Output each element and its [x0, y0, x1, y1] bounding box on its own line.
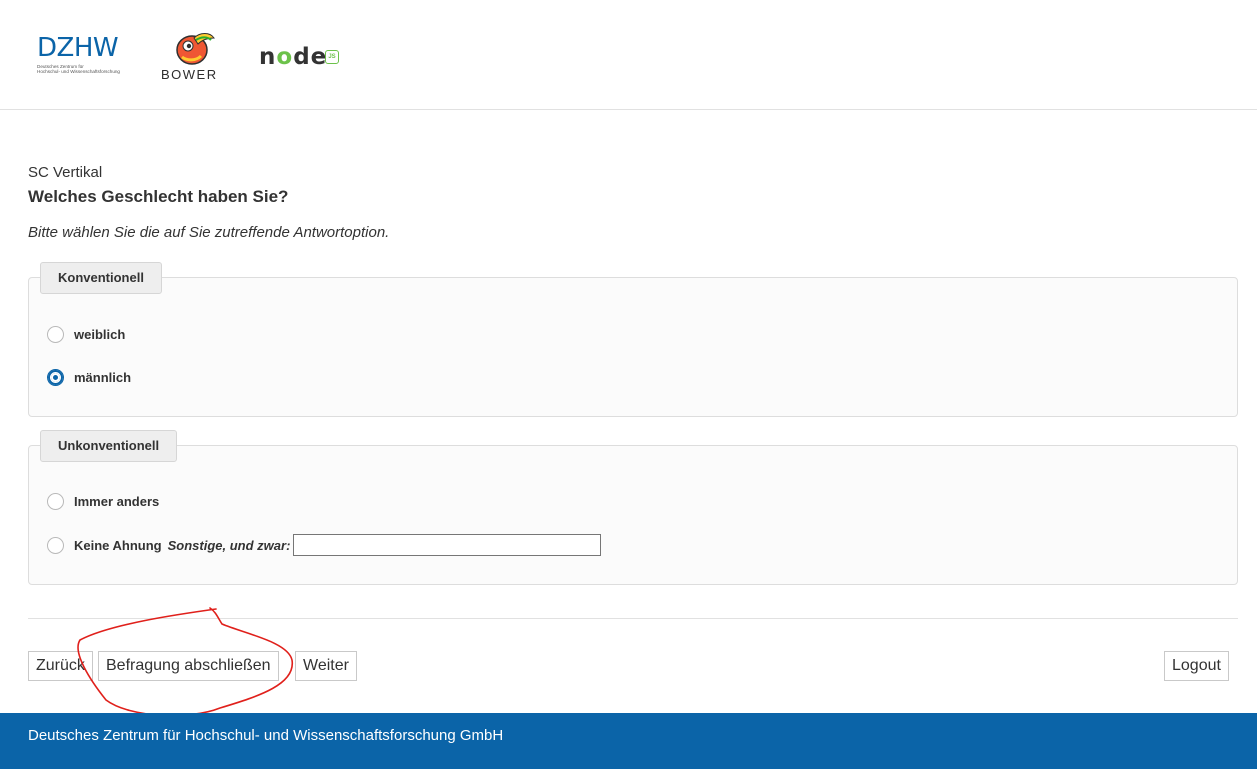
radio-maennlich[interactable] [47, 368, 64, 386]
option-label-maennlich: männlich [74, 369, 132, 385]
bower-bird-icon [176, 33, 215, 65]
question-instruction: Bitte wählen Sie die auf Sie zutreffende… [28, 224, 390, 241]
group-legend-konventionell: Konventionell [40, 262, 162, 294]
bower-wordmark: BOWER [161, 67, 218, 82]
option-immer-anders[interactable]: Immer anders [47, 491, 159, 511]
dzhw-logo-mark: DZHW [37, 33, 119, 63]
finish-survey-button[interactable]: Befragung abschließen [98, 651, 279, 681]
group-unkonventionell: Unkonventionell Immer anders Keine Ahnun… [28, 430, 1238, 585]
option-weiblich[interactable]: weiblich [47, 324, 125, 344]
nodejs-wordmark: node [259, 44, 327, 70]
nodejs-badge-icon: JS [325, 50, 339, 64]
back-button[interactable]: Zurück [28, 651, 93, 681]
question-reference: SC Vertikal [28, 164, 103, 181]
page-footer: Deutsches Zentrum für Hochschul- und Wis… [0, 713, 1257, 769]
option-label-weiblich: weiblich [74, 326, 126, 342]
radio-weiblich[interactable] [47, 325, 64, 343]
dzhw-logo[interactable]: DZHW Deutsches Zentrum für Hochschul- un… [37, 34, 129, 78]
nodejs-wordmark-o: o [276, 44, 294, 70]
radio-immer-anders[interactable] [47, 492, 64, 510]
bower-logo[interactable]: BOWER [160, 30, 228, 82]
option-label-immer-anders: Immer anders [74, 493, 160, 509]
navigation-divider [28, 618, 1238, 619]
nodejs-logo[interactable]: node JS [257, 44, 343, 70]
nodejs-wordmark-n: n [259, 44, 277, 70]
option-maennlich[interactable]: männlich [47, 367, 131, 387]
dzhw-logo-subtitle-line2: Hochschul- und Wissenschaftsforschung [37, 69, 120, 75]
page-header: DZHW Deutsches Zentrum für Hochschul- un… [0, 0, 1257, 110]
option-label-keine-ahnung: Keine Ahnung [74, 537, 162, 553]
group-konventionell: Konventionell weiblich männlich [28, 262, 1238, 417]
question-title: Welches Geschlecht haben Sie? [28, 187, 289, 206]
other-text-label: Sonstige, und zwar: [167, 537, 291, 553]
group-legend-unkonventionell: Unkonventionell [40, 430, 178, 462]
option-keine-ahnung[interactable]: Keine Ahnung Sonstige, und zwar: [47, 534, 602, 556]
radio-keine-ahnung[interactable] [47, 536, 64, 554]
logout-button[interactable]: Logout [1164, 651, 1229, 681]
nodejs-wordmark-de: de [293, 44, 328, 70]
other-text-input[interactable] [293, 534, 602, 556]
next-button[interactable]: Weiter [295, 651, 357, 681]
footer-text: Deutsches Zentrum für Hochschul- und Wis… [28, 727, 504, 744]
